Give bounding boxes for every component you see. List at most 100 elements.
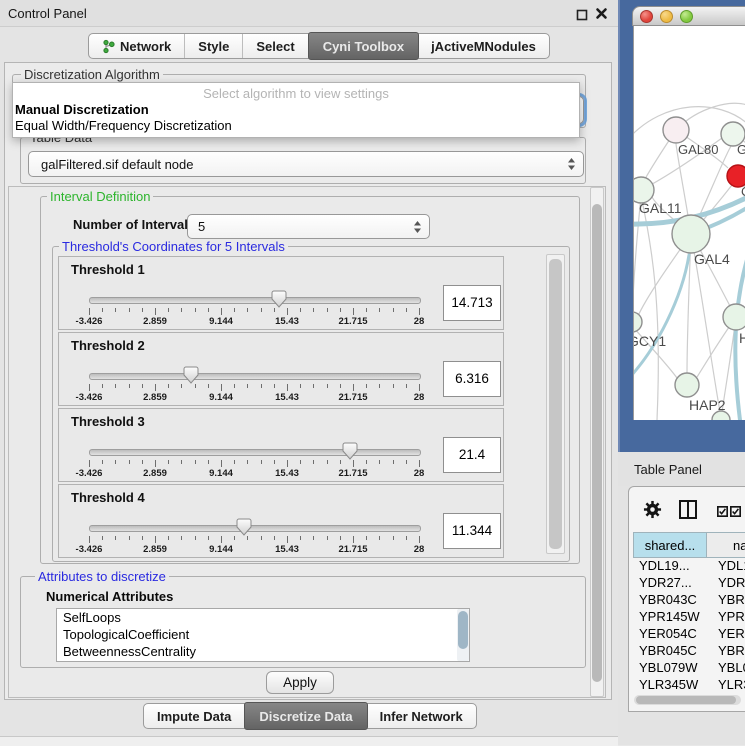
attributes-list-scrollbar-thumb[interactable] xyxy=(458,611,468,649)
tab-discretize-data[interactable]: Discretize Data xyxy=(244,702,367,730)
mac-close-icon[interactable] xyxy=(640,10,653,23)
mac-minimize-icon[interactable] xyxy=(660,10,673,23)
attribute-list-item[interactable]: SelfLoops xyxy=(57,609,469,626)
threshold-slider-track[interactable] xyxy=(89,449,421,456)
tick-mark xyxy=(221,536,222,543)
tab-network[interactable]: Network xyxy=(89,34,185,58)
tick-mark xyxy=(379,308,380,312)
checkbox-icon[interactable] xyxy=(717,504,728,522)
tick-mark xyxy=(274,536,275,540)
num-intervals-combobox[interactable]: 5 xyxy=(187,214,430,239)
table-row[interactable]: YBL079WYBL0 xyxy=(633,660,745,677)
table-panel-title: Table Panel xyxy=(634,462,702,477)
threshold-slider-thumb[interactable] xyxy=(183,366,199,389)
threshold-label: Threshold 3 xyxy=(71,414,145,429)
tick-mark xyxy=(129,384,130,388)
table-data-combobox[interactable]: galFiltered.sif default node xyxy=(28,151,584,177)
network-node-hap2[interactable] xyxy=(675,373,699,397)
cell-shared-name: YBR043C xyxy=(639,592,697,607)
tick-mark xyxy=(379,384,380,388)
cell-shared-name: YDL19... xyxy=(639,558,690,573)
tab-style[interactable]: Style xyxy=(185,34,243,58)
table-row[interactable]: YDR27...YDR2 xyxy=(633,575,745,592)
numerical-attributes-label: Numerical Attributes xyxy=(46,589,173,604)
split-columns-icon[interactable] xyxy=(679,500,697,524)
thresholds-scrollbar[interactable] xyxy=(546,254,565,554)
popup-hint: Select algorithm to view settings xyxy=(13,86,579,101)
apply-button[interactable]: Apply xyxy=(266,671,334,694)
table-row[interactable]: YLR345WYLR3 xyxy=(633,677,745,694)
tick-mark xyxy=(168,308,169,312)
main-scrollbar[interactable] xyxy=(590,187,604,697)
tick-label: 28 xyxy=(414,468,425,479)
network-node-gcy1[interactable] xyxy=(634,312,642,332)
tick-mark xyxy=(261,536,262,540)
table-row[interactable]: YBR045CYBR0 xyxy=(633,643,745,660)
attribute-list-item[interactable]: TopologicalCoefficient xyxy=(57,626,469,643)
tick-mark xyxy=(300,460,301,464)
checkbox-icon[interactable] xyxy=(730,504,741,522)
threshold-value-field[interactable]: 11.344 xyxy=(443,513,501,549)
cell-shared-name: YPR145W xyxy=(639,609,700,624)
tick-mark xyxy=(393,536,394,540)
threshold-value-field[interactable]: 21.4 xyxy=(443,437,501,473)
table-row[interactable]: YER054CYER0 xyxy=(633,626,745,643)
column-header-shared[interactable]: shared... xyxy=(633,532,707,558)
cell-name: YBR0 xyxy=(718,592,745,607)
threshold-slider-track[interactable] xyxy=(89,525,421,532)
close-icon[interactable] xyxy=(595,7,608,25)
tab-select[interactable]: Select xyxy=(243,34,308,58)
tab-impute-data[interactable]: Impute Data xyxy=(144,704,245,728)
attribute-list-item[interactable]: BetweennessCentrality xyxy=(57,643,469,660)
num-intervals-label: Number of Intervals xyxy=(73,217,195,232)
network-node-h[interactable] xyxy=(723,304,745,330)
algorithm-option[interactable]: Manual Discretization xyxy=(15,102,149,117)
threshold-1-panel: Threshold 1-3.4262.8599.14415.4321.71528… xyxy=(58,256,504,330)
table-row[interactable]: YPR145WYPR1 xyxy=(633,609,745,626)
tick-label: 15.43 xyxy=(275,392,299,403)
threshold-slider-thumb[interactable] xyxy=(342,442,358,465)
table-row[interactable]: YDL19...YDL1 xyxy=(633,558,745,575)
tick-label: 21.715 xyxy=(338,392,367,403)
threshold-slider-track[interactable] xyxy=(89,297,421,304)
tick-mark xyxy=(366,384,367,388)
tick-mark xyxy=(168,384,169,388)
attributes-list-scrollbar[interactable] xyxy=(457,609,469,661)
table-panel: shared... name YDL19...YDL1YDR27...YDR2Y… xyxy=(628,486,745,712)
threshold-value-field[interactable]: 6.316 xyxy=(443,361,501,397)
table-panel-titlebar: Table Panel xyxy=(618,452,745,486)
float-icon[interactable] xyxy=(576,8,588,26)
table-hscrollbar[interactable] xyxy=(634,695,741,705)
tab-cyni-toolbox[interactable]: Cyni Toolbox xyxy=(308,32,419,60)
tick-mark xyxy=(129,460,130,464)
numerical-attributes-list[interactable]: SelfLoopsTopologicalCoefficientBetweenne… xyxy=(56,608,470,662)
tick-label: 9.144 xyxy=(209,468,233,479)
tick-label: 9.144 xyxy=(209,392,233,403)
tick-mark xyxy=(379,536,380,540)
threshold-slider-thumb[interactable] xyxy=(271,290,287,313)
table-row[interactable]: YBR043C YBR0 xyxy=(633,592,745,609)
tab-jactivemnodules[interactable]: jActiveMNodules xyxy=(418,34,549,58)
tab-infer-network[interactable]: Infer Network xyxy=(367,704,476,728)
main-scrollbar-thumb[interactable] xyxy=(592,204,602,682)
tick-mark xyxy=(221,460,222,467)
tick-mark xyxy=(195,460,196,464)
threshold-slider-track[interactable] xyxy=(89,373,421,380)
network-node-gal80[interactable] xyxy=(663,117,689,143)
threshold-value-field[interactable]: 14.713 xyxy=(443,285,501,321)
tick-mark xyxy=(142,536,143,540)
table-hscrollbar-thumb[interactable] xyxy=(636,696,736,704)
gear-icon[interactable] xyxy=(643,500,662,524)
tick-mark xyxy=(379,460,380,464)
network-canvas[interactable]: GAL80GALCGAL11GAL4GCY1HHAP2 xyxy=(633,26,745,420)
thresholds-scrollbar-thumb[interactable] xyxy=(549,259,562,549)
tick-mark xyxy=(208,308,209,312)
mac-zoom-icon[interactable] xyxy=(680,10,693,23)
network-node-gal4[interactable] xyxy=(672,215,710,253)
column-header-name[interactable]: name xyxy=(706,532,745,558)
threshold-slider-thumb[interactable] xyxy=(236,518,252,541)
node-table[interactable]: YDL19...YDL1YDR27...YDR2YBR043C YBR0 YPR14… xyxy=(633,558,745,694)
tick-mark xyxy=(181,460,182,464)
tab-label: jActiveMNodules xyxy=(431,39,536,54)
algorithm-option[interactable]: Equal Width/Frequency Discretization xyxy=(15,118,232,133)
